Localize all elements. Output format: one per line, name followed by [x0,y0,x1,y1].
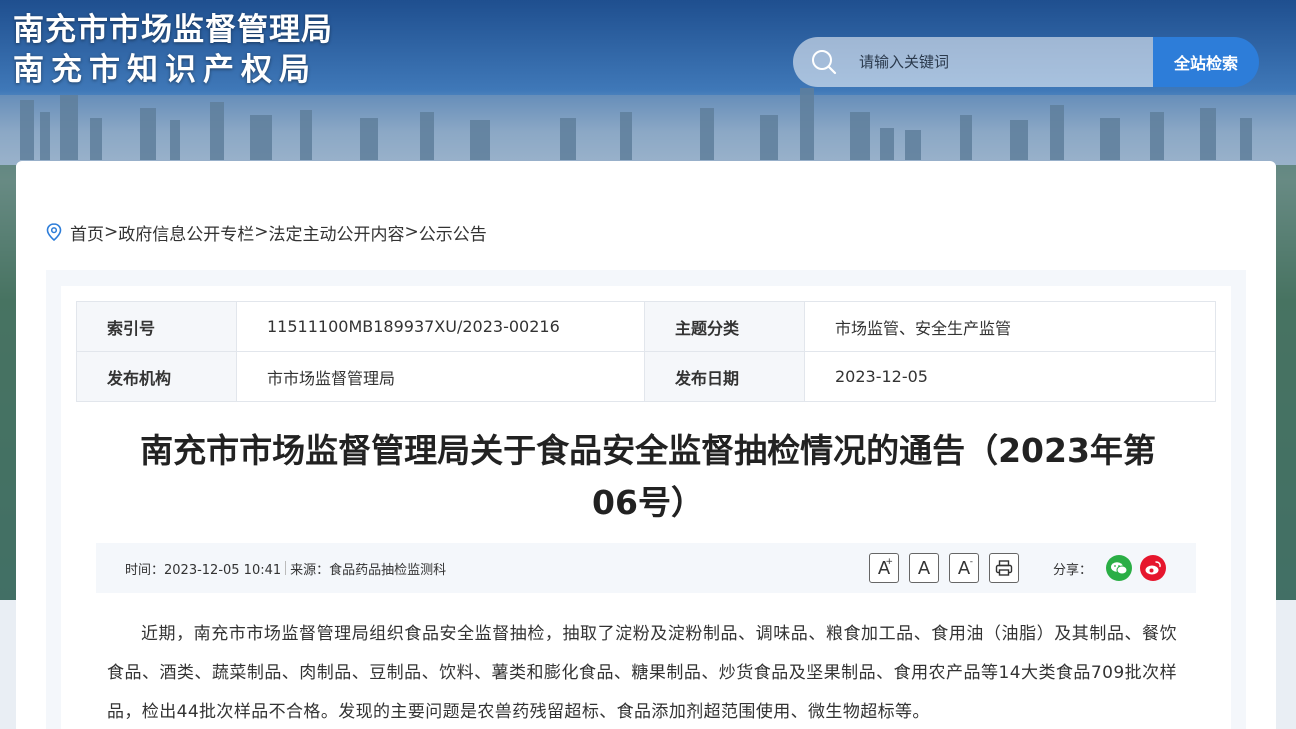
metadata-row: 索引号 11511100MB189937XU/2023-00216 主题分类 市… [76,301,1216,352]
article-title: 南充市市场监督管理局关于食品安全监督抽检情况的通告（2023年第06号） [140,431,1156,522]
font-increase-button[interactable]: A + [869,553,899,583]
font-decrease-button[interactable]: A- [949,553,979,583]
location-pin-icon [46,223,62,241]
site-search-button[interactable]: 全站检索 [1153,37,1259,87]
metadata-row: 发布机构 市市场监督管理局 发布日期 2023-12-05 [76,351,1216,402]
breadcrumb-notices[interactable]: 公示公告 [419,220,487,245]
breadcrumb-separator: > [254,222,269,242]
wechat-share-icon[interactable] [1106,555,1133,581]
search-field-container [793,37,1153,87]
font-decrease-label: A [957,557,971,579]
info-divider [285,561,287,575]
date-label: 发布日期 [644,351,805,402]
search-bar: 全站检索 [793,37,1259,87]
printer-icon [995,560,1013,576]
metadata-table: 索引号 11511100MB189937XU/2023-00216 主题分类 市… [76,301,1216,402]
font-reset-label: A [917,557,931,579]
font-reset-button[interactable]: A [909,553,939,583]
breadcrumb-gov-info[interactable]: 政府信息公开专栏 [118,220,254,245]
article-source: 来源：食品药品抽检监测科 [290,562,447,578]
breadcrumb-statutory[interactable]: 法定主动公开内容 [269,220,405,245]
publish-time: 时间：2023-12-05 10:41 [125,562,282,578]
plus-icon: + [885,557,893,567]
weibo-share-icon[interactable] [1140,555,1167,581]
article-info-bar: 时间：2023-12-05 10:41 来源：食品药品抽检监测科 A + A A-… [96,543,1196,593]
publisher-value: 市市场监督管理局 [236,351,645,402]
font-tools: A + A A- [869,553,1029,583]
date-value: 2023-12-05 [804,351,1216,402]
search-input[interactable] [859,53,1119,71]
breadcrumb: 首页 > 政府信息公开专栏 > 法定主动公开内容 > 公示公告 [46,220,487,245]
topic-value: 市场监管、安全生产监管 [804,301,1216,352]
breadcrumb-separator: > [104,222,119,242]
search-icon [812,50,837,75]
site-title: 南充市市场监督管理局 南充市知识产权局 [13,10,333,90]
minus-icon: - [969,557,973,567]
index-value: 11511100MB189937XU/2023-00216 [236,301,645,352]
article-body: 近期，南充市市场监督管理局组织食品安全监督抽检，抽取了淀粉及淀粉制品、调味品、粮… [107,624,1177,722]
breadcrumb-home[interactable]: 首页 [70,220,104,245]
index-label: 索引号 [76,301,237,352]
share-label: 分享： [1053,562,1093,578]
topic-label: 主题分类 [644,301,805,352]
print-button[interactable] [989,553,1019,583]
article-meta-line: 时间：2023-12-05 10:41 来源：食品药品抽检监测科 [125,559,446,578]
publisher-label: 发布机构 [76,351,237,402]
site-title-line2: 南充市知识产权局 [13,52,317,88]
breadcrumb-separator: > [404,222,419,242]
share-group: 分享： [1053,555,1167,581]
site-title-line1: 南充市市场监督管理局 [13,12,333,48]
